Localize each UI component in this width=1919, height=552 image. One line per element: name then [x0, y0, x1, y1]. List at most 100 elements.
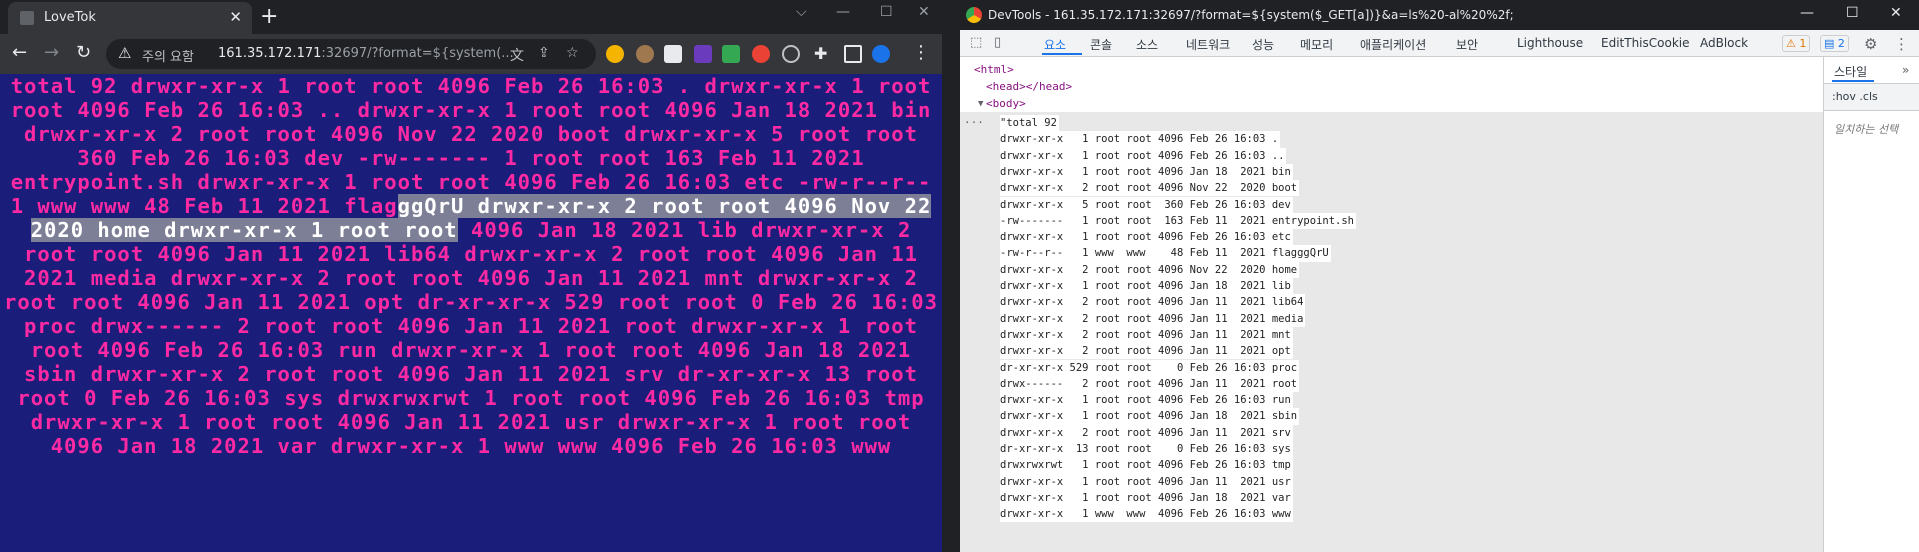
sidebar-icon[interactable] — [844, 45, 862, 63]
tab-application[interactable]: 애플리케이션 — [1360, 36, 1426, 53]
devtools-close-button[interactable]: ✕ — [1890, 5, 1902, 21]
text-node-line[interactable]: -rw-r--r-- 1 www www 48 Feb 11 2021 flag… — [1000, 245, 1331, 262]
tab-editthiscookie[interactable]: EditThisCookie — [1601, 36, 1690, 50]
new-tab-button[interactable]: + — [260, 4, 278, 29]
close-window-button[interactable]: ✕ — [918, 4, 930, 20]
forward-button[interactable]: → — [44, 42, 59, 63]
devtools-tabbar: ⬚ ▯ 요소 콘솔 소스 네트워크 성능 메모리 애플리케이션 보안 Light… — [960, 30, 1919, 57]
reload-button[interactable]: ↻ — [76, 42, 91, 63]
text-node-line[interactable]: "total 92 — [1000, 115, 1059, 132]
text-node-line[interactable]: drwxr-xr-x 1 root root 4096 Feb 26 16:03… — [1000, 229, 1293, 246]
active-tab-indicator — [1042, 53, 1082, 55]
page-favicon-icon — [20, 11, 34, 25]
monkey-icon[interactable] — [636, 45, 654, 63]
devtools-titlebar: DevTools - 161.35.172.171:32697/?format=… — [960, 0, 1919, 30]
address-bar[interactable]: ⚠ 주의 요함 161.35.172.171:32697/?format=${s… — [106, 39, 596, 69]
tab-strip: LoveTok ✕ + ⌵ — ☐ ✕ — [0, 0, 942, 34]
devtools-title: DevTools - 161.35.172.171:32697/?format=… — [988, 8, 1514, 22]
minimize-button[interactable]: — — [836, 4, 850, 20]
security-status[interactable]: 주의 요함 — [142, 46, 194, 65]
text-node-line[interactable]: drwxr-xr-x 1 root root 4096 Jan 18 2021 … — [1000, 408, 1300, 425]
inspect-icon[interactable]: ⬚ — [970, 35, 982, 50]
node-menu-icon[interactable]: ... — [964, 113, 984, 126]
text-node-line[interactable]: drwxr-xr-x 2 root root 4096 Jan 11 2021 … — [1000, 326, 1293, 344]
text-node-line[interactable]: drwxr-xr-x 2 root root 4096 Nov 22 2020 … — [1000, 180, 1300, 197]
text-node-line[interactable]: drwxr-xr-x 1 www www 4096 Feb 26 16:03 w… — [1000, 506, 1293, 523]
tab-performance[interactable]: 성능 — [1252, 36, 1274, 53]
warnings-badge[interactable]: ⚠ 1 — [1782, 35, 1811, 52]
styles-tab-indicator — [1832, 80, 1874, 82]
url-path: :32697/?format=${system(... — [321, 46, 514, 61]
text-node-line[interactable]: drwx------ 2 root root 4096 Jan 11 2021 … — [1000, 375, 1300, 393]
star-icon[interactable]: ☆ — [566, 45, 579, 61]
extension-a-icon[interactable] — [664, 45, 682, 63]
tab-lovetok[interactable]: LoveTok ✕ — [8, 2, 252, 34]
text-node-line[interactable]: drwxr-xr-x 1 root root 4096 Jan 18 2021 … — [1000, 163, 1293, 181]
page-content: total 92 drwxr-xr-x 1 root root 4096 Feb… — [0, 74, 942, 552]
extension-b-icon[interactable] — [694, 45, 712, 63]
tab-lighthouse[interactable]: Lighthouse — [1517, 36, 1583, 50]
extension-d-icon[interactable] — [782, 45, 800, 63]
menu-icon[interactable]: ⋮ — [912, 42, 930, 63]
text-node-line[interactable]: drwxr-xr-x 5 root root 360 Feb 26 16:03 … — [1000, 196, 1293, 213]
tab-elements[interactable]: 요소 — [1044, 36, 1066, 53]
browser-toolbar: ← → ↻ ⚠ 주의 요함 161.35.172.171:32697/?form… — [0, 34, 942, 74]
url-text[interactable]: 161.35.172.171:32697/?format=${system(..… — [218, 46, 514, 61]
hov-cls-toggle[interactable]: :hov .cls — [1832, 90, 1878, 103]
device-toggle-icon[interactable]: ▯ — [994, 35, 1001, 50]
extension-c-icon[interactable] — [722, 45, 740, 63]
text-node-line[interactable]: drwxr-xr-x 1 root root 4096 Jan 18 2021 … — [1000, 489, 1293, 507]
url-host: 161.35.172.171 — [218, 46, 322, 61]
tab-close-icon[interactable]: ✕ — [229, 8, 242, 26]
translate-icon[interactable]: 文 — [510, 45, 524, 65]
share-icon[interactable]: ⇪ — [538, 45, 550, 61]
text-node-line[interactable]: drwxr-xr-x 1 root root 4096 Jan 11 2021 … — [1000, 473, 1293, 490]
tab-console[interactable]: 콘솔 — [1090, 36, 1112, 53]
text-node-line[interactable]: drwxr-xr-x 2 root root 4096 Jan 11 2021 … — [1000, 310, 1306, 327]
devtools-window: DevTools - 161.35.172.171:32697/?format=… — [960, 0, 1919, 552]
puzzle-icon[interactable]: ✚ — [814, 44, 827, 63]
adblock-icon[interactable] — [752, 45, 770, 63]
messages-badge[interactable]: ▤ 2 — [1820, 35, 1849, 52]
html-node[interactable]: <html> — [974, 63, 1014, 76]
more-options-icon[interactable]: ⋮ — [1894, 35, 1909, 53]
tab-adblock[interactable]: AdBlock — [1700, 36, 1748, 50]
devtools-minimize-button[interactable]: — — [1800, 5, 1814, 21]
head-node[interactable]: <head></head> — [986, 80, 1072, 93]
text-node-line[interactable]: drwxr-xr-x 1 root root 4096 Feb 26 16:03… — [1000, 392, 1293, 409]
browser-window: LoveTok ✕ + ⌵ — ☐ ✕ ← → ↻ ⚠ 주의 요함 161.35… — [0, 0, 942, 552]
text-node-line[interactable]: drwxr-xr-x 2 root root 4096 Jan 11 2021 … — [1000, 424, 1293, 441]
tab-memory[interactable]: 메모리 — [1300, 36, 1333, 53]
tab-network[interactable]: 네트워크 — [1186, 36, 1230, 53]
warning-icon[interactable]: ⚠ — [118, 44, 131, 62]
tab-sources[interactable]: 소스 — [1136, 36, 1158, 53]
text-node-line[interactable]: dr-xr-xr-x 529 root root 0 Feb 26 16:03 … — [1000, 359, 1300, 376]
text-node-line[interactable]: drwxr-xr-x 2 root root 4096 Nov 22 2020 … — [1000, 261, 1300, 278]
tab-styles[interactable]: 스타일 — [1834, 63, 1867, 80]
ls-output: total 92 drwxr-xr-x 1 root root 4096 Feb… — [0, 74, 942, 458]
text-node-line[interactable]: drwxr-xr-x 2 root root 4096 Jan 11 2021 … — [1000, 343, 1293, 360]
styles-filter-bar: :hov .cls — [1824, 83, 1919, 111]
more-tabs-icon[interactable]: » — [1902, 63, 1909, 77]
text-node-line[interactable]: drwxr-xr-x 1 root root 4096 Jan 18 2021 … — [1000, 278, 1293, 295]
text-node-line[interactable]: drwxr-xr-x 2 root root 4096 Jan 11 2021 … — [1000, 294, 1306, 311]
chrome-logo-icon — [966, 7, 982, 23]
settings-gear-icon[interactable]: ⚙ — [1864, 35, 1877, 53]
styles-pane: 스타일 » :hov .cls 일치하는 선택 — [1823, 57, 1919, 552]
expand-triangle-icon[interactable]: ▼ — [978, 99, 983, 109]
back-button[interactable]: ← — [12, 42, 27, 63]
elements-panel: <html> <head></head> ▼ <body> ... "total… — [960, 57, 1823, 552]
body-node[interactable]: <body> — [986, 97, 1026, 110]
text-node-line[interactable]: drwxrwxrwt 1 root root 4096 Feb 26 16:03… — [1000, 457, 1293, 474]
text-node-line[interactable]: drwxr-xr-x 1 root root 4096 Feb 26 16:03… — [1000, 131, 1281, 148]
maximize-button[interactable]: ☐ — [880, 4, 893, 20]
ls-output-part: 4096 Jan 18 2021 lib drwxr-xr-x 2 root r… — [4, 218, 938, 458]
tab-search-icon[interactable]: ⌵ — [796, 4, 807, 20]
text-node-line[interactable]: drwxr-xr-x 1 root root 4096 Feb 26 16:03… — [1000, 147, 1287, 164]
text-node-line[interactable]: -rw------- 1 root root 163 Feb 11 2021 e… — [1000, 212, 1357, 230]
tab-security[interactable]: 보안 — [1456, 36, 1478, 53]
cookie-icon[interactable] — [606, 45, 624, 63]
text-node-line[interactable]: dr-xr-xr-x 13 root root 0 Feb 26 16:03 s… — [1000, 441, 1293, 458]
profile-icon[interactable] — [872, 45, 890, 63]
devtools-maximize-button[interactable]: ☐ — [1846, 5, 1859, 21]
